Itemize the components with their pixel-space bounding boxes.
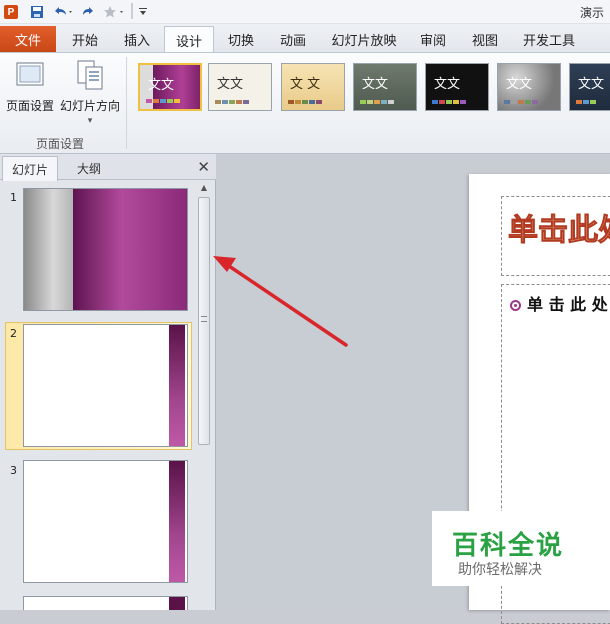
scroll-up-icon[interactable]: ▲	[196, 183, 212, 195]
theme-sample-text: 文文	[217, 77, 244, 92]
panel-scrollbar[interactable]: ▲	[196, 183, 212, 610]
panel-tabs: 幻灯片 大纲 ✕	[0, 154, 216, 181]
slide-number: 2	[10, 327, 17, 340]
slide-thumbnail-4[interactable]	[23, 596, 188, 610]
slide-thumbnail-1[interactable]	[23, 188, 188, 311]
theme-sample-text: 文文	[434, 77, 461, 92]
dropdown-arrow-icon: ▾	[87, 116, 93, 126]
group-separator	[126, 57, 127, 149]
tab-transitions[interactable]: 切换	[218, 26, 264, 52]
slide-orientation-icon	[74, 59, 106, 91]
theme-sample-text: 文文	[148, 78, 175, 93]
tab-file[interactable]: 文件	[0, 26, 56, 52]
slide-thumbnail-3[interactable]	[23, 460, 188, 583]
watermark-logo: 百科全说 助你轻松解决	[432, 511, 582, 586]
content-placeholder-text: 单 击 此 处	[527, 295, 608, 314]
bullet-icon	[510, 300, 521, 311]
theme-thumbnail-purple[interactable]: 文文	[138, 63, 202, 111]
tab-review[interactable]: 审阅	[410, 26, 456, 52]
page-setup-label: 页面设置	[5, 99, 54, 113]
theme-thumbnail-silver[interactable]: 文文	[497, 63, 561, 111]
ribbon-design: 页面设置 幻灯片方向 ▾ 页面设置 文文 文文 文 文 文文 文文 文文 文文	[0, 52, 610, 154]
qat-divider	[131, 3, 133, 19]
redo-icon[interactable]	[80, 3, 98, 21]
scroll-grip-icon	[201, 316, 207, 322]
theme-sample-text: 文 文	[290, 77, 321, 92]
slide-accent-bar	[169, 461, 185, 582]
scroll-thumb[interactable]	[198, 197, 210, 445]
window-title: 演示	[579, 6, 604, 20]
tab-home[interactable]: 开始	[62, 26, 108, 52]
save-icon[interactable]	[28, 3, 46, 21]
page-setup-button[interactable]: 页面设置	[4, 59, 56, 114]
title-placeholder[interactable]: 单击此处	[501, 196, 610, 276]
close-icon[interactable]: ✕	[197, 158, 210, 176]
theme-thumbnail-beige[interactable]: 文文	[208, 63, 272, 111]
ribbon-tab-row: 文件 开始 插入 设计 切换 动画 幻灯片放映 审阅 视图 开发工具	[0, 24, 610, 53]
theme-sample-text: 文文	[362, 77, 389, 92]
title-placeholder-text: 单击此处	[508, 213, 610, 249]
theme-sample-text: 文文	[578, 77, 605, 92]
slide-accent-bar	[169, 597, 185, 610]
theme-thumbnail-black[interactable]: 文文	[425, 63, 489, 111]
tab-slideshow[interactable]: 幻灯片放映	[326, 26, 402, 52]
slide-number: 3	[10, 464, 17, 477]
theme-thumbnail-gold[interactable]: 文 文	[281, 63, 345, 111]
tab-animations[interactable]: 动画	[270, 26, 316, 52]
watermark-title: 百科全说	[452, 531, 565, 561]
slide-orientation-label: 幻灯片方向	[59, 99, 120, 113]
tab-outline[interactable]: 大纲	[60, 156, 118, 180]
tab-design[interactable]: 设计	[164, 26, 214, 53]
tab-slides[interactable]: 幻灯片	[2, 156, 58, 181]
content-placeholder-row: 单 击 此 处	[510, 291, 608, 315]
tab-view[interactable]: 视图	[462, 26, 508, 52]
watermark-subtitle: 助你轻松解决	[458, 562, 542, 578]
group-label-page-setup: 页面设置	[36, 137, 85, 151]
slide-accent-bar	[169, 325, 185, 446]
tab-developer[interactable]: 开发工具	[516, 26, 582, 52]
star-icon[interactable]	[102, 3, 128, 21]
powerpoint-app-icon[interactable]: P	[2, 3, 20, 21]
app-icon-letter: P	[4, 5, 18, 19]
theme-sample-text: 文文	[506, 77, 533, 92]
tab-insert[interactable]: 插入	[114, 26, 160, 52]
page-setup-icon	[14, 59, 46, 91]
quick-access-toolbar: P 演示	[0, 0, 610, 24]
slide-orientation-button[interactable]: 幻灯片方向 ▾	[58, 59, 122, 126]
slide-number: 1	[10, 191, 17, 204]
undo-icon[interactable]	[50, 3, 76, 21]
customize-qat-icon[interactable]	[136, 3, 150, 21]
theme-thumbnail-navy[interactable]: 文文	[569, 63, 610, 111]
slide-thumbnail-2[interactable]	[23, 324, 188, 447]
theme-thumbnail-gray-green[interactable]: 文文	[353, 63, 417, 111]
